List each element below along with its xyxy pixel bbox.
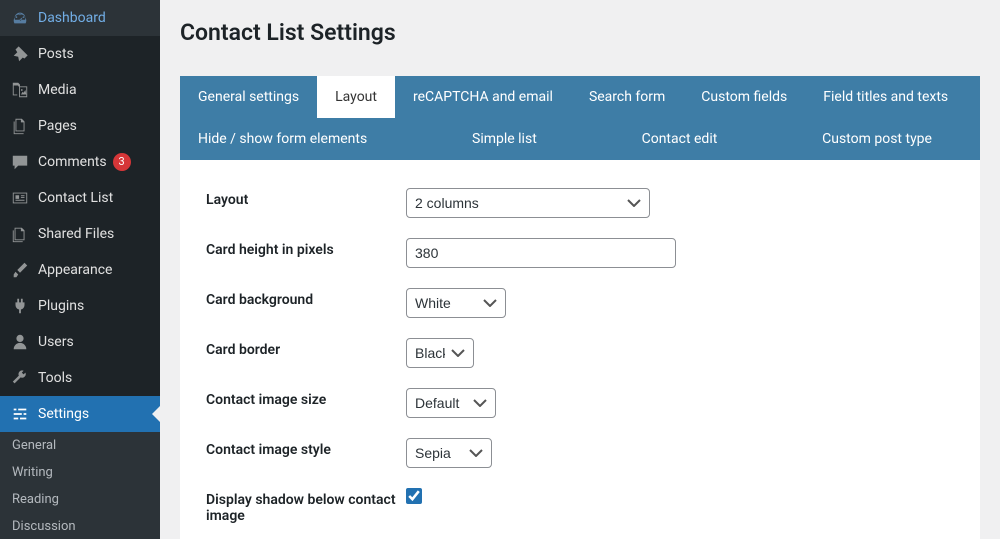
sidebar-item-users[interactable]: Users <box>0 324 160 360</box>
main-content: Contact List Settings General settings L… <box>160 0 1000 539</box>
settings-panel: Layout 2 columns Card height in pixels C… <box>180 160 980 539</box>
tab-simple-list[interactable]: Simple list <box>454 118 555 160</box>
wrench-icon <box>10 368 30 388</box>
sidebar-item-label: Shared Files <box>38 225 114 243</box>
tab-layout[interactable]: Layout <box>317 76 395 118</box>
media-icon <box>10 80 30 100</box>
sidebar-item-media[interactable]: Media <box>0 72 160 108</box>
sidebar-item-label: Tools <box>38 369 72 387</box>
sidebar-item-label: Posts <box>38 45 74 63</box>
sidebar-sub-reading[interactable]: Reading <box>0 486 160 513</box>
img-style-select[interactable]: Sepia <box>406 438 492 468</box>
plug-icon <box>10 296 30 316</box>
sidebar-sub-discussion[interactable]: Discussion <box>0 513 160 539</box>
files-icon <box>10 224 30 244</box>
sidebar-item-appearance[interactable]: Appearance <box>0 252 160 288</box>
tabs-row1: General settings Layout reCAPTCHA and em… <box>180 76 980 118</box>
card-icon <box>10 188 30 208</box>
tab-custom-post-type[interactable]: Custom post type <box>804 118 950 160</box>
tabs-row2: Hide / show form elements Simple list Co… <box>180 118 980 160</box>
tab-recaptcha[interactable]: reCAPTCHA and email <box>395 76 571 118</box>
layout-select[interactable]: 2 columns <box>406 188 650 218</box>
row-card-bg: Card background White <box>206 288 954 318</box>
sidebar-submenu-settings: General Writing Reading Discussion Media <box>0 432 160 539</box>
sidebar-item-label: Settings <box>38 405 89 423</box>
row-img-size: Contact image size Default <box>206 388 954 418</box>
sidebar-item-shared-files[interactable]: Shared Files <box>0 216 160 252</box>
comments-badge: 3 <box>113 153 131 171</box>
page-title: Contact List Settings <box>180 10 980 76</box>
sidebar: Dashboard Posts Media Pages Comments 3 C… <box>0 0 160 539</box>
sidebar-item-comments[interactable]: Comments 3 <box>0 144 160 180</box>
comment-icon <box>10 152 30 172</box>
pages-icon <box>10 116 30 136</box>
sidebar-item-label: Dashboard <box>38 9 106 27</box>
sidebar-item-posts[interactable]: Posts <box>0 36 160 72</box>
sliders-icon <box>10 404 30 424</box>
row-img-style: Contact image style Sepia <box>206 438 954 468</box>
sidebar-item-contact-list[interactable]: Contact List <box>0 180 160 216</box>
sidebar-sub-general[interactable]: General <box>0 432 160 459</box>
img-size-label: Contact image size <box>206 388 406 408</box>
sidebar-item-tools[interactable]: Tools <box>0 360 160 396</box>
tab-field-titles[interactable]: Field titles and texts <box>805 76 966 118</box>
tab-general-settings[interactable]: General settings <box>180 76 317 118</box>
sidebar-item-plugins[interactable]: Plugins <box>0 288 160 324</box>
tab-custom-fields[interactable]: Custom fields <box>683 76 805 118</box>
card-height-input[interactable] <box>406 238 676 268</box>
row-shadow: Display shadow below contact image <box>206 488 954 524</box>
sidebar-item-label: Users <box>38 333 74 351</box>
img-style-label: Contact image style <box>206 438 406 458</box>
sidebar-item-label: Contact List <box>38 189 113 207</box>
img-size-select[interactable]: Default <box>406 388 496 418</box>
card-border-select[interactable]: Black <box>406 338 474 368</box>
card-height-label: Card height in pixels <box>206 238 406 258</box>
sidebar-item-label: Appearance <box>38 261 112 279</box>
layout-label: Layout <box>206 188 406 208</box>
row-layout: Layout 2 columns <box>206 188 954 218</box>
sidebar-item-label: Pages <box>38 117 77 135</box>
tab-search-form[interactable]: Search form <box>571 76 683 118</box>
sidebar-item-label: Comments <box>38 153 107 171</box>
tab-hide-elements[interactable]: Hide / show form elements <box>180 118 385 160</box>
shadow-checkbox[interactable] <box>406 488 422 504</box>
pin-icon <box>10 44 30 64</box>
dashboard-icon <box>10 8 30 28</box>
card-border-label: Card border <box>206 338 406 358</box>
card-bg-label: Card background <box>206 288 406 308</box>
row-card-border: Card border Black <box>206 338 954 368</box>
tab-contact-edit[interactable]: Contact edit <box>624 118 736 160</box>
user-icon <box>10 332 30 352</box>
row-card-height: Card height in pixels <box>206 238 954 268</box>
sidebar-item-dashboard[interactable]: Dashboard <box>0 0 160 36</box>
sidebar-item-label: Plugins <box>38 297 84 315</box>
sidebar-item-pages[interactable]: Pages <box>0 108 160 144</box>
sidebar-sub-writing[interactable]: Writing <box>0 459 160 486</box>
shadow-label: Display shadow below contact image <box>206 488 406 524</box>
brush-icon <box>10 260 30 280</box>
sidebar-item-label: Media <box>38 81 77 99</box>
sidebar-item-settings[interactable]: Settings <box>0 396 160 432</box>
card-bg-select[interactable]: White <box>406 288 506 318</box>
